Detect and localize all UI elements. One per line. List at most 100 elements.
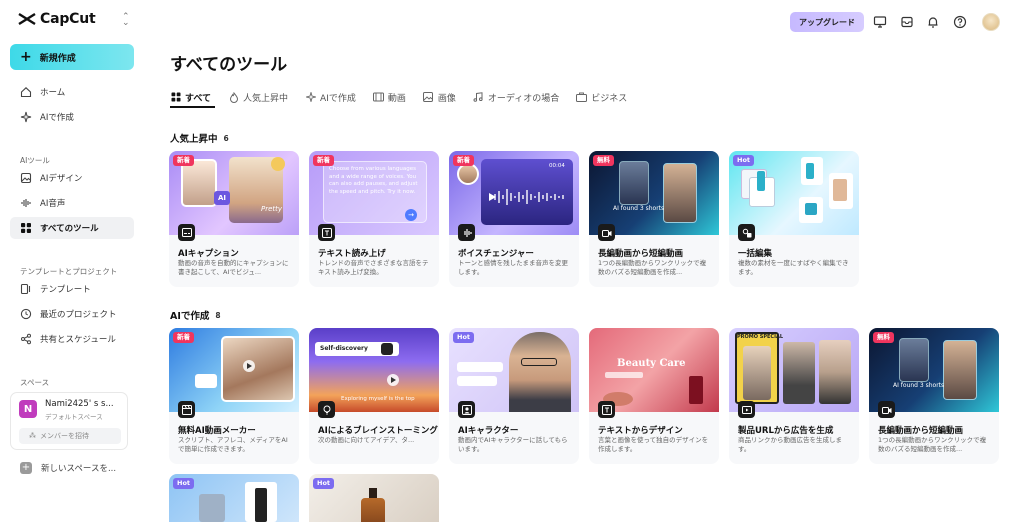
card-thumbnail: Self-discovery Exploring myself is the t…: [309, 328, 439, 412]
card-title: AIキャプション: [178, 249, 239, 259]
tool-card-long-to-short-2[interactable]: AI found 3 shorts 無料 長編動画から短編動画 1つの長編動画か…: [869, 328, 999, 464]
inbox-icon[interactable]: [899, 14, 915, 30]
card-title: 一括編集: [738, 249, 773, 259]
design-headline: Beauty Care: [617, 358, 686, 369]
sidebar-item-share-schedule[interactable]: 共有とスケジュール: [10, 328, 134, 350]
sidebar-item-label: 最近のプロジェクト: [40, 310, 117, 320]
section-label-templates: テンプレートとプロジェクト: [20, 267, 118, 276]
tool-card-url-to-ad[interactable]: PROMO SPECIAL 製品URLから広告を生成 商品リンクから動画広告を生…: [729, 328, 859, 464]
help-icon[interactable]: [952, 14, 968, 30]
invite-member-label: メンバーを招待: [40, 432, 89, 440]
capcut-logo[interactable]: CapCut: [18, 11, 96, 27]
tool-card-long-to-short[interactable]: AI found 3 shorts 無料 長編動画から短編動画 1つの長編動画か…: [589, 151, 719, 287]
sidebar-item-ai-voice[interactable]: AI音声: [10, 192, 134, 214]
new-space-button[interactable]: + 新しいスペースを...: [20, 462, 116, 474]
sidebar-item-ai-create[interactable]: AIで作成: [10, 106, 134, 128]
space-name: Nami2425' s s...: [45, 399, 114, 409]
card-description: 言葉と画像を使って独自のデザインを作成します。: [598, 436, 709, 453]
bell-icon[interactable]: [925, 14, 941, 30]
tool-card-voice-changer[interactable]: 00:04 新着 ボイスチェンジャー トーンと感情を残したまま音声を変更します。: [449, 151, 579, 287]
tool-card-batch-edit[interactable]: Hot 一括編集 複数の素材を一度にすばやく編集できます。: [729, 151, 859, 287]
tab-label: 人気上昇中: [243, 93, 289, 104]
section-title-trending: 人気上昇中 6: [170, 131, 229, 146]
hot-badge: Hot: [453, 332, 475, 343]
waveform-icon: [20, 197, 32, 209]
timestamp: 00:04: [549, 163, 565, 169]
free-badge: 無料: [873, 332, 894, 343]
card-title: 無料AI動画メーカー: [178, 426, 256, 436]
sidebar-item-home[interactable]: ホーム: [10, 81, 134, 103]
tab-label: ビジネス: [591, 93, 628, 104]
tool-card-text-to-design[interactable]: Beauty Care テキストからデザイン 言葉と画像を使って独自のデザインを…: [589, 328, 719, 464]
long-to-short-icon: [598, 224, 615, 241]
tab-trending[interactable]: 人気上昇中: [228, 88, 288, 106]
space-subtitle: デフォルトスペース: [45, 413, 103, 421]
sidebar-item-label: AIデザイン: [40, 174, 83, 184]
hot-badge: Hot: [173, 478, 195, 489]
card-description: 商品リンクから動画広告を生成します。: [738, 436, 842, 453]
space-card[interactable]: N Nami2425' s s... デフォルトスペース ⁂ メンバーを招待: [10, 392, 128, 450]
sidebar-item-all-tools[interactable]: すべてのツール: [10, 217, 134, 239]
template-icon: [20, 283, 32, 295]
tool-card-ai-caption[interactable]: AI Pretty 新着 AIキャプション 動画の音声を自動的にキャプションに書…: [169, 151, 299, 287]
space-avatar: N: [19, 400, 37, 418]
tool-card-ai-video-maker[interactable]: 新着 無料AI動画メーカー スクリプト、アフレコ、メディアをAIで簡単に作成でき…: [169, 328, 299, 464]
sidebar-item-label: ホーム: [40, 88, 66, 98]
card-description: 1つの長編動画からワンクリックで複数のバズる短編動画を作成...: [878, 436, 987, 453]
tab-all[interactable]: すべて: [170, 88, 211, 106]
card-title: 長編動画から短編動画: [878, 426, 964, 436]
batch-edit-icon: [738, 224, 755, 241]
tool-card-text-to-speech[interactable]: Choose from various languages and a wide…: [309, 151, 439, 287]
tab-image[interactable]: 画像: [423, 88, 456, 106]
plus-icon: +: [20, 462, 32, 474]
tab-audio[interactable]: オーディオの場合: [473, 88, 559, 106]
text-design-icon: [598, 401, 615, 418]
sidebar-item-ai-design[interactable]: AIデザイン: [10, 167, 134, 189]
hot-badge: Hot: [313, 478, 335, 489]
sidebar-item-templates[interactable]: テンプレート: [10, 278, 134, 300]
page-title: すべてのツール: [170, 55, 288, 75]
tool-card-ai-brainstorm[interactable]: Self-discovery Exploring myself is the t…: [309, 328, 439, 464]
section-title-ai-create: AIで作成 8: [170, 308, 221, 323]
new-project-label: 新規作成: [39, 53, 76, 64]
voice-changer-icon: [458, 224, 475, 241]
tool-card-partial[interactable]: Hot: [169, 474, 299, 522]
workspace-switch-icon[interactable]: ⌃ ⌄: [122, 13, 130, 28]
sidebar: CapCut ⌃ ⌄ + 新規作成 ホーム AIで作成 AIツール AIデザイン …: [0, 0, 146, 522]
new-badge: 新着: [173, 155, 194, 166]
tab-business[interactable]: ビジネス: [576, 88, 627, 106]
share-icon: [20, 333, 32, 345]
new-space-label: 新しいスペースを...: [41, 464, 117, 474]
card-title: ボイスチェンジャー: [458, 249, 534, 259]
tab-label: オーディオの場合: [487, 93, 560, 104]
clock-icon: [20, 308, 32, 320]
section-title-label: 人気上昇中: [170, 134, 218, 145]
ai-found-label: AI found 3 shorts: [613, 205, 665, 212]
lightbulb-icon: [318, 401, 335, 418]
tool-category-tabs: すべて 人気上昇中 AIで作成 動画 画像 オーディオの場合 ビジネス: [170, 88, 644, 108]
invite-member-button[interactable]: ⁂ メンバーを招待: [19, 428, 121, 444]
ai-found-label: AI found 3 shorts: [893, 382, 945, 389]
sidebar-item-recent-projects[interactable]: 最近のプロジェクト: [10, 303, 134, 325]
tool-card-ai-character[interactable]: Hot AIキャラクター 動画内でAIキャラクターに話してもらいます。: [449, 328, 579, 464]
upgrade-button[interactable]: アップグレード: [790, 12, 864, 32]
new-project-button[interactable]: + 新規作成: [10, 44, 134, 70]
app-name: CapCut: [40, 11, 96, 27]
video-maker-icon: [178, 401, 195, 418]
tab-ai-create[interactable]: AIで作成: [305, 88, 356, 106]
tab-video[interactable]: 動画: [372, 88, 406, 106]
card-title: AIキャラクター: [458, 426, 519, 436]
sidebar-item-label: すべてのツール: [40, 224, 99, 234]
card-thumbnail: Beauty Care: [589, 328, 719, 412]
card-title: 長編動画から短編動画: [598, 249, 684, 259]
tool-card-partial[interactable]: Hot: [309, 474, 439, 522]
music-icon: [473, 92, 484, 103]
user-avatar[interactable]: [982, 13, 1000, 31]
grid-icon: [20, 222, 32, 234]
capcut-logo-icon: [18, 12, 36, 26]
sidebar-item-label: テンプレート: [40, 285, 91, 295]
film-icon: [372, 92, 384, 103]
tab-label: AIで作成: [320, 93, 356, 104]
home-icon: [20, 86, 32, 98]
desktop-download-icon[interactable]: [872, 14, 888, 30]
